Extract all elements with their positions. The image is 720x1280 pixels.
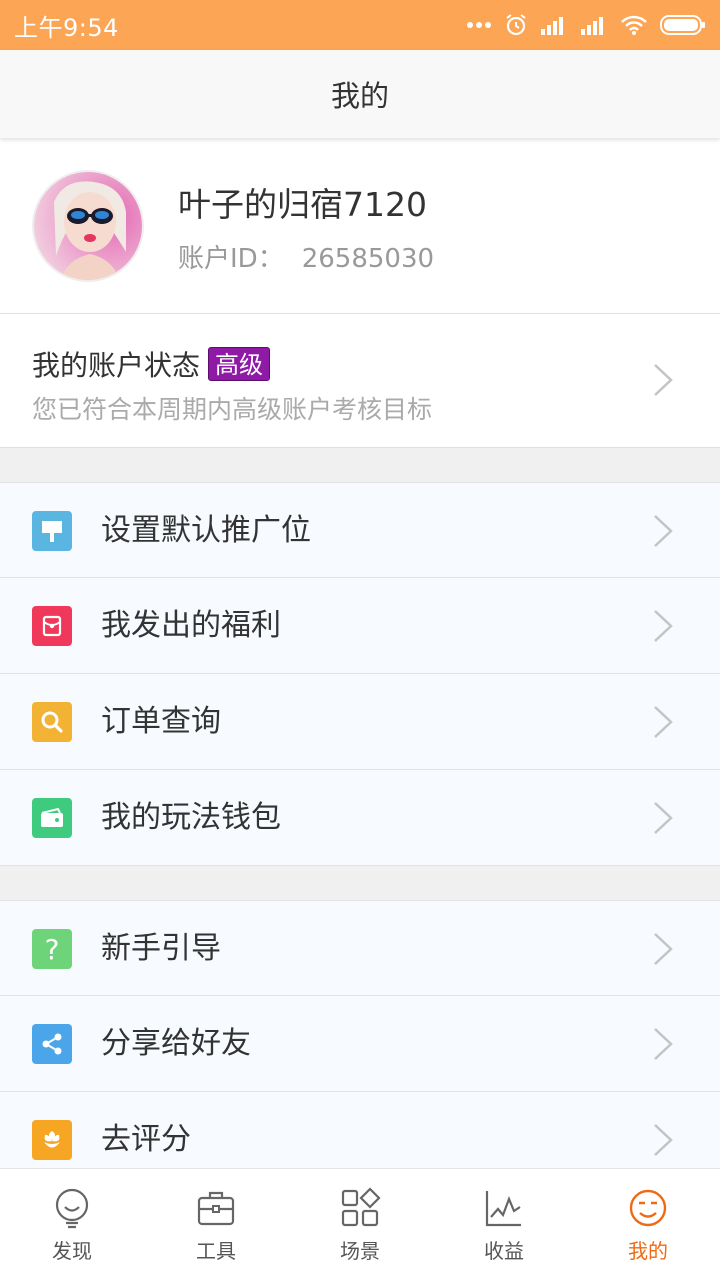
- menu-item-default-promotion[interactable]: 设置默认推广位: [0, 482, 720, 578]
- menu-label: 分享给好友: [101, 1026, 251, 1061]
- tab-label: 我的: [628, 1239, 668, 1263]
- smiley-icon: [629, 1189, 667, 1227]
- chevron-right-icon: [654, 706, 673, 738]
- search-icon: [32, 702, 72, 742]
- profile-name: 叶子的归宿7120: [178, 185, 427, 224]
- menu-group-help: ? 新手引导 分享给好友 去评分: [0, 900, 720, 1188]
- tab-tools[interactable]: 工具: [144, 1169, 288, 1280]
- chevron-right-icon: [654, 933, 673, 965]
- chart-icon: [485, 1191, 521, 1227]
- menu-item-beginner-guide[interactable]: ? 新手引导: [0, 900, 720, 996]
- svg-text:?: ?: [45, 934, 60, 964]
- tab-label: 收益: [484, 1239, 524, 1263]
- account-id-value: 26585030: [301, 244, 435, 274]
- menu-item-my-benefits[interactable]: 我发出的福利: [0, 578, 720, 674]
- chevron-right-icon: [654, 610, 673, 642]
- tab-discover[interactable]: 发现: [0, 1169, 144, 1280]
- share-icon: [32, 1024, 72, 1064]
- tab-earnings[interactable]: 收益: [432, 1169, 576, 1280]
- red-envelope-icon: [32, 606, 72, 646]
- account-status-row[interactable]: 我的账户状态 高级 您已符合本周期内高级账户考核目标: [0, 314, 720, 448]
- chevron-right-icon: [654, 1028, 673, 1060]
- chevron-right-icon: [654, 1124, 673, 1156]
- bottom-tab-bar: 发现 工具 场景 收益 我的: [0, 1168, 720, 1280]
- battery-icon: [660, 15, 705, 35]
- menu-item-wallet[interactable]: 我的玩法钱包: [0, 770, 720, 866]
- more-dots-icon: [467, 22, 491, 28]
- tab-label: 场景: [340, 1239, 380, 1263]
- signal-icon: [541, 17, 563, 35]
- account-level-badge: 高级: [208, 347, 271, 381]
- page-title: 我的: [330, 79, 389, 113]
- chevron-right-icon: [654, 515, 673, 547]
- flower-icon: [32, 1120, 72, 1160]
- wallet-icon: [32, 798, 72, 838]
- status-time: 上午9:54: [14, 13, 119, 42]
- profile-section[interactable]: 叶子的归宿7120 账户ID： 26585030: [0, 138, 720, 314]
- briefcase-icon: [197, 1191, 235, 1226]
- status-icons: [466, 13, 706, 37]
- menu-item-share-friends[interactable]: 分享给好友: [0, 996, 720, 1092]
- menu-group-tools: 设置默认推广位 我发出的福利 订单查询 我的玩法钱包: [0, 482, 720, 866]
- tab-label: 工具: [196, 1239, 236, 1263]
- chevron-right-icon: [654, 802, 673, 834]
- bulb-icon: [55, 1188, 89, 1229]
- account-status-label: 我的账户状态: [32, 349, 201, 382]
- chevron-right-icon: [654, 364, 673, 396]
- avatar[interactable]: [32, 170, 144, 282]
- tab-scenes[interactable]: 场景: [288, 1169, 432, 1280]
- tab-mine[interactable]: 我的: [576, 1169, 720, 1280]
- account-status-subtitle: 您已符合本周期内高级账户考核目标: [32, 395, 433, 424]
- question-icon: ?: [32, 929, 72, 969]
- menu-label: 我发出的福利: [101, 608, 281, 643]
- billboard-icon: [32, 511, 72, 551]
- menu-label: 设置默认推广位: [101, 513, 311, 548]
- menu-label: 我的玩法钱包: [101, 800, 281, 835]
- status-bar: 上午9:54: [0, 0, 720, 50]
- account-status-title: 我的账户状态 高级: [32, 344, 271, 384]
- menu-item-order-search[interactable]: 订单查询: [0, 674, 720, 770]
- menu-label: 订单查询: [101, 704, 221, 739]
- grid-icon: [341, 1187, 381, 1227]
- profile-account-id: 账户ID： 26585030: [178, 238, 434, 275]
- menu-label: 新手引导: [101, 931, 221, 966]
- account-id-label: 账户ID：: [178, 244, 284, 274]
- title-bar: 我的: [0, 50, 720, 138]
- avatar-image: [34, 172, 142, 280]
- signal-icon-2: [581, 17, 603, 35]
- tab-label: 发现: [52, 1239, 92, 1263]
- alarm-icon: [506, 14, 526, 36]
- wifi-icon: [621, 15, 647, 35]
